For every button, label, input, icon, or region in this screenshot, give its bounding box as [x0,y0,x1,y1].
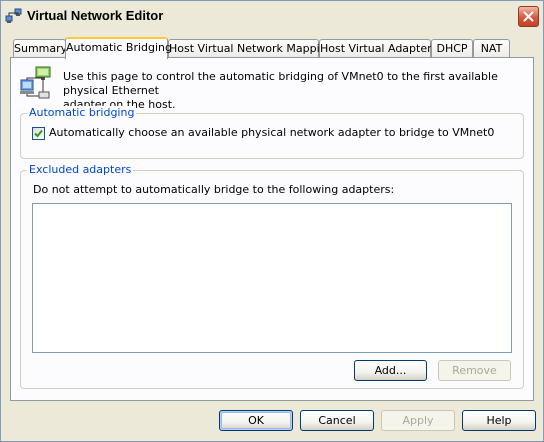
auto-choose-adapter-label[interactable]: Automatically choose an available physic… [49,126,494,140]
auto-choose-adapter-checkbox[interactable] [32,127,45,140]
tab-host-virtual-network-mapping[interactable]: Host Virtual Network Mapping [168,39,334,57]
close-button[interactable] [518,6,539,27]
automatic-bridging-panel: Use this page to control the automatic b… [10,57,534,401]
remove-adapter-button[interactable]: Remove [438,360,511,381]
excluded-adapters-list[interactable] [32,203,512,353]
network-editor-icon [5,8,22,23]
tab-nat[interactable]: NAT [473,39,510,57]
intro-line-1: Use this page to control the automatic b… [63,70,498,97]
window-title: Virtual Network Editor [27,8,164,23]
automatic-bridging-legend: Automatic bridging [27,106,137,120]
excluded-adapters-description: Do not attempt to automatically bridge t… [33,183,395,196]
checkmark-icon [34,129,43,138]
tab-summary[interactable]: Summary [13,39,67,57]
tab-automatic-bridging[interactable]: Automatic Bridging [65,37,172,59]
help-button[interactable]: Help [462,410,536,431]
network-bridge-icon [20,66,51,99]
tab-host-virtual-adapters[interactable]: Host Virtual Adapters [319,39,437,57]
apply-button[interactable]: Apply [381,410,455,431]
ok-button[interactable]: OK [219,410,293,431]
cancel-button[interactable]: Cancel [300,410,374,431]
automatic-bridging-group: Automatic bridging Automatically choose … [20,106,524,159]
tab-dhcp[interactable]: DHCP [431,39,473,57]
virtual-network-editor-window: Virtual Network Editor Summary Automatic… [0,0,544,442]
add-adapter-button[interactable]: Add... [354,360,427,381]
excluded-adapters-group: Excluded adapters Do not attempt to auto… [20,163,524,389]
title-bar[interactable]: Virtual Network Editor [1,1,543,33]
close-icon [523,11,534,22]
excluded-adapters-legend: Excluded adapters [27,163,134,177]
